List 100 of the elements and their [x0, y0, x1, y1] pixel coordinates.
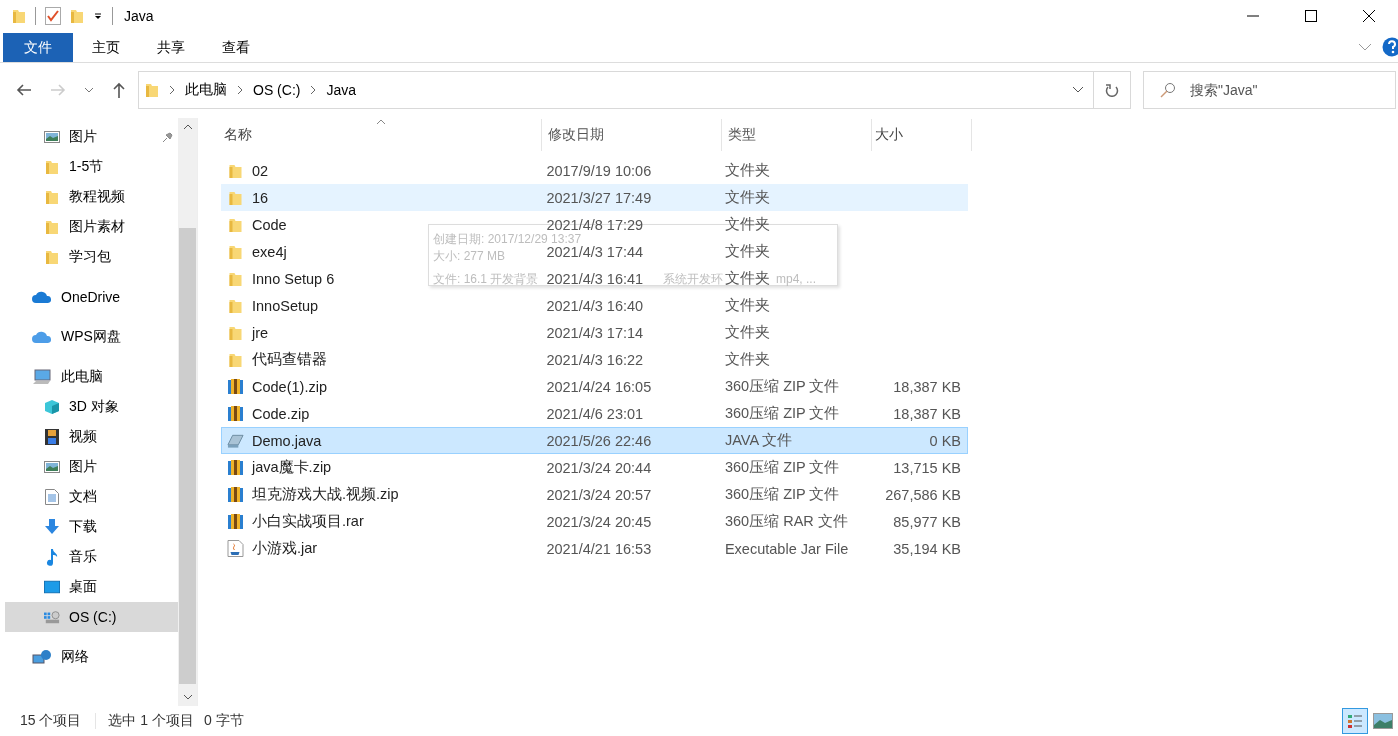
chevron-icon — [237, 85, 243, 95]
nav-item[interactable]: 视频 — [5, 422, 178, 452]
tooltip-text: 系统开发环 — [663, 272, 723, 286]
dropdown-icon[interactable] — [93, 10, 103, 21]
nav-item[interactable]: 教程视频 — [5, 182, 178, 212]
column-header[interactable]: 修改日期 — [542, 119, 722, 151]
scroll-up-icon — [182, 124, 193, 130]
nav-item[interactable]: 学习包 — [5, 242, 178, 272]
modified-date: 2021/4/3 16:41 — [546, 270, 644, 287]
picture-icon — [44, 460, 60, 474]
tooltip-text: 创建日期: 2017/12/29 13:37 — [433, 232, 582, 246]
file-size: 13,715 KB — [893, 459, 961, 476]
file-type: 文件夹 — [724, 161, 770, 180]
folder-icon — [227, 189, 244, 206]
folder-icon — [227, 297, 244, 314]
file-name: 代码查错器 — [252, 350, 327, 369]
file-name: 小白实战项目.rar — [252, 512, 364, 531]
file-type: 文件夹 — [724, 215, 770, 234]
search-field[interactable]: 搜索"Java" — [1190, 82, 1380, 98]
nav-item[interactable]: WPS网盘 — [5, 322, 178, 352]
nav-item[interactable]: 图片 — [5, 452, 178, 482]
folder-icon — [227, 351, 244, 368]
breadcrumb-item[interactable]: Java — [326, 82, 357, 98]
breadcrumb-item[interactable]: 此电脑 — [185, 81, 227, 99]
file-menu-tab[interactable]: 文件 — [3, 33, 73, 62]
tooltip-text: 文件: 16.1 开发背景 — [433, 272, 539, 286]
nav-item[interactable]: 此电脑 — [5, 362, 178, 392]
highlighted-file-row[interactable]: 16 2021/3/27 17:49 文件夹 — [221, 184, 968, 211]
modified-date: 2021/3/27 17:49 — [546, 189, 652, 206]
file-name: InnoSetup — [252, 297, 319, 314]
folder-icon — [44, 189, 60, 205]
window-title: Java — [124, 7, 154, 24]
thumbnails-view-icon — [1373, 713, 1393, 729]
search-icon — [1160, 82, 1176, 98]
file-size: 267,586 KB — [885, 486, 961, 503]
file-size: 35,194 KB — [893, 540, 961, 557]
tooltip-text: 大小: 277 MB — [433, 249, 506, 263]
archive-icon — [227, 513, 244, 530]
modified-date: 2021/4/21 16:53 — [546, 540, 652, 557]
file-size: 18,387 KB — [893, 405, 961, 422]
help-icon[interactable] — [1382, 36, 1398, 57]
nav-item[interactable]: OneDrive — [5, 282, 178, 312]
back-icon[interactable] — [16, 83, 32, 97]
java-file-icon — [227, 432, 244, 449]
modified-date: 2021/3/24 20:45 — [546, 513, 652, 530]
download-icon — [44, 519, 60, 535]
folder-icon — [44, 219, 60, 235]
archive-icon — [227, 459, 244, 476]
ribbon-tab[interactable]: 主页 — [73, 33, 138, 62]
nav-item[interactable]: 音乐 — [5, 542, 178, 572]
modified-date: 2021/4/6 23:01 — [546, 405, 644, 422]
folder-icon — [12, 7, 26, 24]
dropdown-icon[interactable] — [1072, 86, 1084, 94]
file-size: 0 KB — [929, 432, 961, 449]
nav-item[interactable]: 图片素材 — [5, 212, 178, 242]
recent-locations-icon[interactable] — [84, 86, 94, 94]
modified-date: 2021/4/3 17:44 — [546, 243, 644, 260]
maximize-icon[interactable] — [1305, 9, 1317, 22]
column-header[interactable]: 大小 — [872, 119, 972, 151]
file-name: exe4j — [252, 243, 287, 260]
column-header[interactable]: 名称 — [221, 119, 542, 151]
nav-item[interactable]: 桌面 — [5, 572, 178, 602]
file-name: Inno Setup 6 — [252, 270, 335, 287]
file-type: 360压缩 ZIP 文件 — [724, 485, 840, 504]
ribbon-tab[interactable]: 查看 — [203, 33, 268, 62]
view-toggle[interactable] — [1342, 708, 1368, 734]
modified-date: 2021/4/3 17:14 — [546, 324, 644, 341]
nav-item[interactable]: 网络 — [5, 642, 178, 672]
folder-icon — [44, 159, 60, 175]
nav-item[interactable]: 1-5节 — [5, 152, 178, 182]
archive-icon — [227, 405, 244, 422]
file-name: java魔卡.zip — [252, 458, 332, 477]
nav-item[interactable]: 文档 — [5, 482, 178, 512]
up-icon[interactable] — [112, 82, 126, 98]
folder-icon — [227, 243, 244, 260]
item-count: 15 个项目 — [20, 712, 82, 730]
cube-icon — [44, 399, 60, 415]
nav-item[interactable]: 3D 对象 — [5, 392, 178, 422]
refresh-icon[interactable] — [1105, 83, 1119, 97]
file-name: Code.zip — [252, 405, 310, 422]
folder-icon — [70, 7, 84, 24]
close-icon[interactable] — [1363, 9, 1375, 22]
nav-item[interactable]: OS (C:) — [5, 602, 178, 632]
breadcrumb-item[interactable]: OS (C:) — [253, 82, 301, 98]
search-box[interactable]: 搜索"Java" — [1143, 71, 1396, 109]
nav-item[interactable]: 下载 — [5, 512, 178, 542]
nav-item[interactable]: 图片 — [5, 122, 178, 152]
column-header[interactable]: 类型 — [722, 119, 872, 151]
expand-ribbon-icon[interactable] — [1358, 42, 1372, 51]
desktop-icon — [44, 580, 60, 594]
folder-icon — [145, 82, 159, 98]
file-name: 坦克游戏大战.视频.zip — [252, 485, 399, 504]
file-size: 85,977 KB — [893, 513, 961, 530]
file-type: 文件夹 — [724, 350, 770, 369]
selected-file-row[interactable]: Demo.java 2021/5/26 22:46 JAVA 文件 0 KB — [221, 427, 968, 454]
scrollbar[interactable] — [178, 118, 197, 706]
ribbon-tab[interactable]: 共享 — [138, 33, 203, 62]
modified-date: 2021/4/8 17:29 — [546, 216, 644, 233]
chevron-icon — [169, 85, 175, 95]
cloud-icon — [32, 330, 52, 344]
